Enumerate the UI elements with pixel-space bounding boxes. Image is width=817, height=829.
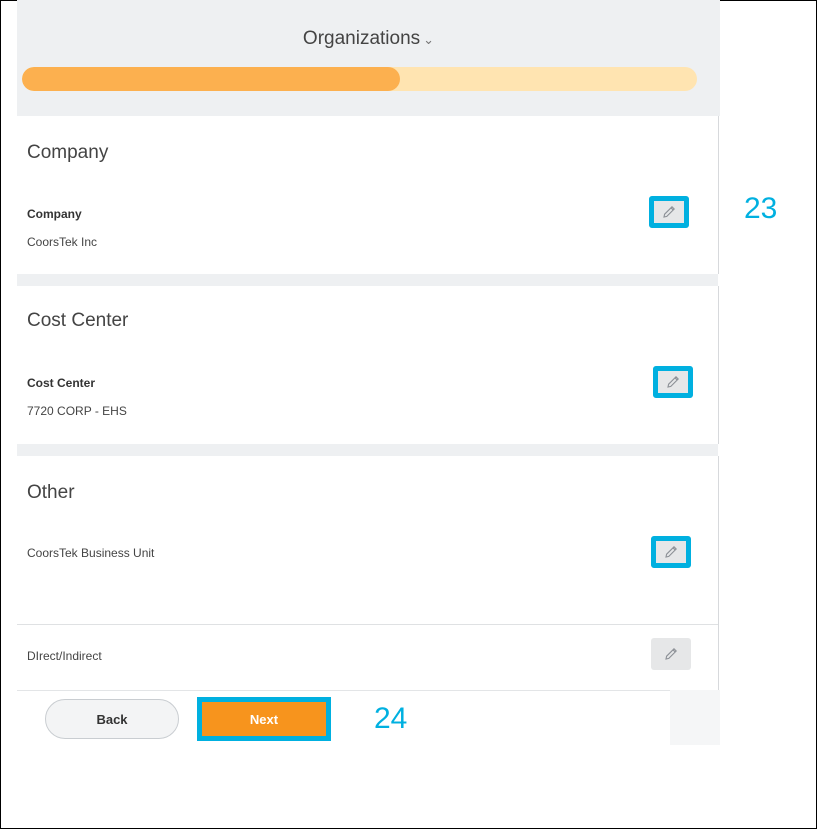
organizations-panel: Organizations ⌄ Company Company CoorsTek … [17,0,720,746]
direct-indirect-label: DIrect/Indirect [27,649,102,663]
back-button[interactable]: Back [45,699,179,739]
progress-bar [22,67,697,91]
next-highlight: Next [197,697,331,741]
edit-business-unit-button[interactable] [651,536,691,568]
step-callout-24: 24 [374,702,408,735]
panel-bottom-strip [670,690,720,745]
next-button[interactable]: Next [202,702,326,736]
chevron-down-icon: ⌄ [423,32,435,47]
footer-bar: Back Next [17,690,670,746]
organizations-dropdown[interactable]: Organizations ⌄ [17,28,720,50]
pencil-icon [667,376,679,388]
progress-fill [22,67,400,91]
cost-center-value: 7720 CORP - EHS [27,404,127,418]
page-title: Organizations [302,28,421,49]
cost-center-label: Cost Center [27,376,96,390]
company-section: Company Company CoorsTek Inc [17,116,719,274]
edit-cost-center-button[interactable] [653,366,693,398]
section-title-other: Other [27,482,75,503]
section-separator [17,444,718,456]
company-value: CoorsTek Inc [27,235,98,249]
business-unit-label: CoorsTek Business Unit [27,546,155,560]
pencil-icon [663,206,675,218]
edit-company-button[interactable] [649,196,689,228]
pencil-icon [665,546,677,558]
field-divider [17,624,718,625]
edit-direct-indirect-button[interactable] [651,638,691,670]
cost-center-section: Cost Center Cost Center 7720 CORP - EHS [17,286,719,444]
page-header: Organizations ⌄ [17,0,720,116]
section-separator [17,274,718,286]
company-label: Company [27,207,82,221]
section-title-company: Company [27,142,109,163]
step-callout-23: 23 [744,192,778,225]
section-title-cost-center: Cost Center [27,310,129,331]
pencil-icon [665,648,677,660]
other-section: Other CoorsTek Business Unit DIrect/Indi… [17,456,719,690]
